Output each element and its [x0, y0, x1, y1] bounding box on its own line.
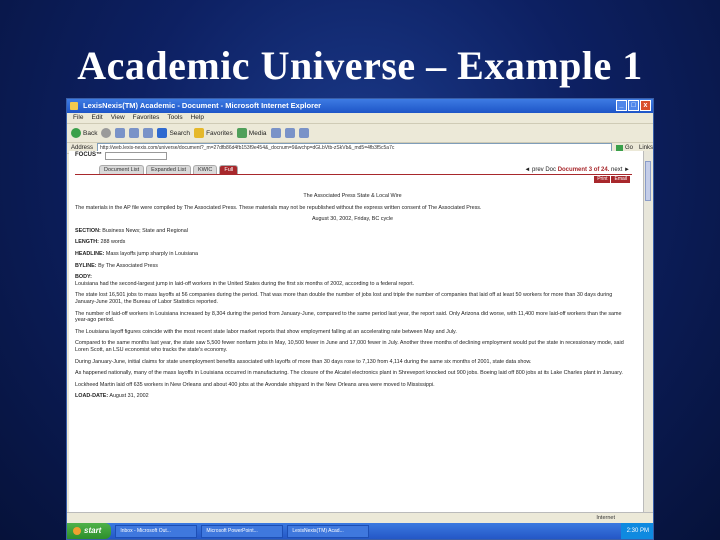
loaddate-field: LOAD-DATE: August 31, 2002	[75, 393, 149, 400]
document-date: August 30, 2002, Friday, BC cycle	[311, 216, 394, 223]
tab-kwic[interactable]: KWIC	[193, 165, 218, 174]
body-paragraph: The number of laid-off workers in Louisi…	[75, 310, 622, 324]
tab-full[interactable]: Full	[219, 165, 239, 174]
headline-field: HEADLINE: Mass layoffs jump sharply in L…	[75, 250, 199, 257]
history-button[interactable]	[270, 128, 281, 138]
browser-app-icon	[70, 102, 78, 110]
menu-favorites[interactable]: Favorites	[133, 113, 160, 123]
history-icon	[270, 128, 281, 138]
taskbar-item-powerpoint[interactable]: Microsoft PowerPoint...	[201, 524, 284, 538]
body-paragraph: Lockheed Martin laid off 635 workers in …	[75, 381, 435, 388]
browser-window: LexisNexis(TM) Academic - Document - Mic…	[66, 98, 654, 540]
print-button[interactable]: Print	[594, 176, 611, 183]
back-button[interactable]: Back	[71, 128, 97, 138]
section-field: SECTION: Business News; State and Region…	[75, 227, 188, 234]
maximize-button[interactable]: □	[628, 100, 639, 111]
menu-edit[interactable]: Edit	[91, 113, 102, 123]
star-icon	[194, 128, 205, 138]
slide-title: Academic Universe – Example 1	[77, 43, 643, 88]
start-button[interactable]: start	[67, 523, 112, 539]
focus-label: FOCUS™	[75, 152, 102, 159]
document-copyright: The materials in the AP file were compil…	[75, 204, 482, 211]
status-bar: Internet	[67, 512, 653, 523]
document-counter: Document 3 of 24.	[557, 167, 610, 173]
print-email-buttons: Print Email	[594, 176, 630, 183]
media-button[interactable]: Media	[236, 128, 267, 138]
window-titlebar[interactable]: LexisNexis(TM) Academic - Document - Mic…	[67, 99, 653, 113]
vertical-scrollbar[interactable]	[643, 151, 653, 513]
page-content: FOCUS™ Document List Expanded List KWIC …	[69, 151, 644, 513]
window-title: LexisNexis(TM) Academic - Document - Mic…	[83, 101, 322, 110]
scrollbar-thumb[interactable]	[645, 161, 651, 201]
back-arrow-icon	[71, 128, 81, 138]
print-toolbar-button[interactable]	[298, 128, 309, 138]
forward-button[interactable]	[101, 128, 112, 138]
menubar: File Edit View Favorites Tools Help	[67, 113, 653, 124]
menu-file[interactable]: File	[73, 113, 83, 123]
media-icon	[236, 128, 247, 138]
document-source: The Associated Press State & Local Wire	[303, 193, 402, 199]
menu-tools[interactable]: Tools	[167, 113, 182, 123]
search-icon	[157, 128, 168, 138]
length-field: LENGTH: 288 words	[75, 239, 126, 246]
tab-underline	[75, 174, 632, 175]
body-paragraph: The Louisiana layoff figures coincide wi…	[75, 328, 457, 335]
taskbar: start Inbox - Microsoft Out... Microsoft…	[67, 523, 653, 539]
email-button[interactable]: Email	[611, 176, 630, 183]
menu-help[interactable]: Help	[191, 113, 204, 123]
byline-field: BYLINE: By The Associated Press	[75, 262, 158, 269]
focus-bar: FOCUS™	[69, 151, 644, 160]
taskbar-item-lexisnexis[interactable]: LexisNexis(TM) Acad...	[287, 524, 370, 538]
menu-view[interactable]: View	[111, 113, 125, 123]
stop-button[interactable]	[115, 128, 126, 138]
window-controls: _ □ x	[616, 100, 651, 111]
refresh-button[interactable]	[129, 128, 140, 138]
prev-doc-link[interactable]: ◄ prev Doc	[524, 167, 556, 173]
system-tray-clock: 2:30 PM	[620, 523, 653, 539]
focus-input[interactable]	[105, 151, 167, 160]
taskbar-item-outlook[interactable]: Inbox - Microsoft Out...	[115, 524, 198, 538]
body-paragraph: Compared to the same months last year, t…	[75, 340, 624, 353]
document-navigation: ◄ prev Doc Document 3 of 24. next ►	[524, 167, 630, 174]
refresh-icon	[129, 128, 140, 138]
toolbar: Back Search Favorites Media	[67, 124, 653, 143]
body-label: BODY:	[75, 274, 92, 281]
printer-icon	[298, 128, 309, 138]
minimize-button[interactable]: _	[616, 100, 627, 111]
search-button[interactable]: Search	[157, 128, 190, 138]
tab-document-list[interactable]: Document List	[99, 165, 145, 174]
body-paragraph: The state lost 16,501 jobs to mass layof…	[75, 292, 613, 305]
forward-arrow-icon	[101, 128, 112, 138]
body-paragraph: Louisiana had the second-largest jump in…	[75, 280, 415, 287]
tab-expanded-list[interactable]: Expanded List	[146, 165, 192, 174]
mail-icon	[284, 128, 295, 138]
body-paragraph: As happened nationally, many of the mass…	[75, 370, 623, 377]
home-button[interactable]	[143, 128, 154, 138]
windows-logo-icon	[73, 527, 81, 535]
home-icon	[143, 128, 154, 138]
internet-zone: Internet	[596, 515, 615, 521]
body-paragraph: During January-June, initial claims for …	[75, 358, 532, 365]
next-doc-link[interactable]: next ►	[611, 167, 630, 173]
close-button[interactable]: x	[640, 100, 651, 111]
stop-icon	[115, 128, 126, 138]
mail-button[interactable]	[284, 128, 295, 138]
document-body: The Associated Press State & Local Wire …	[75, 193, 630, 405]
favorites-button[interactable]: Favorites	[194, 128, 233, 138]
